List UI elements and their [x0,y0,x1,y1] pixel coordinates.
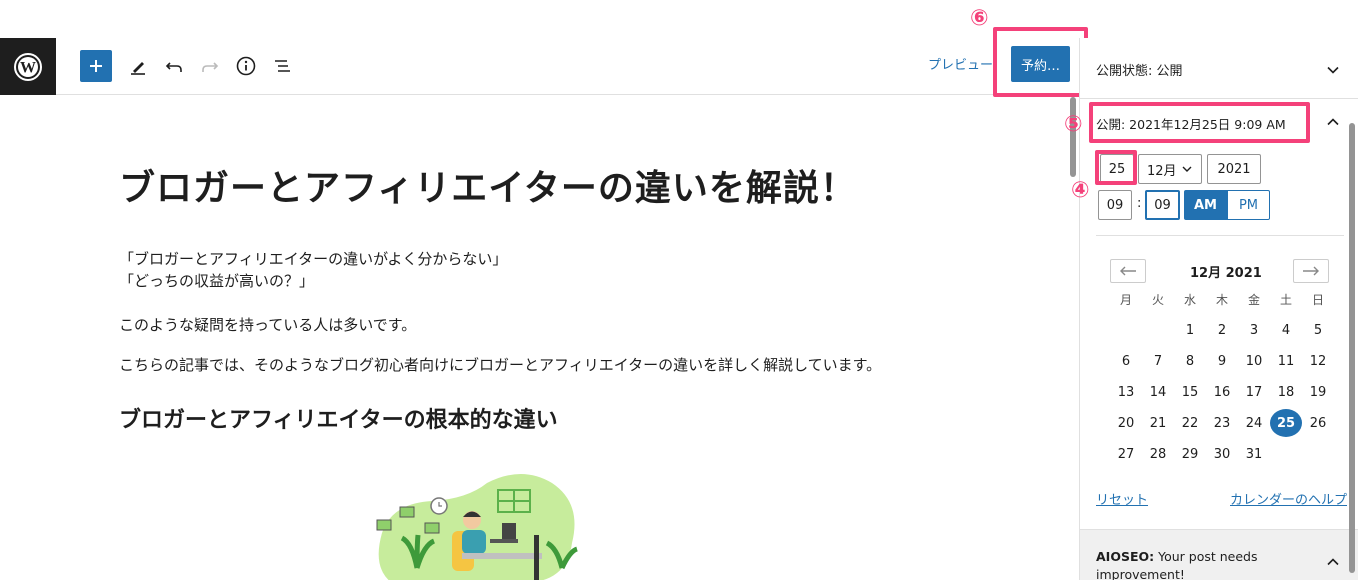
calendar-day[interactable]: 17 [1238,378,1270,406]
calendar-day[interactable]: 29 [1174,440,1206,468]
wordpress-logo-icon[interactable]: W [0,38,56,95]
arrow-right-icon [1303,266,1319,276]
calendar-day-selected[interactable]: 25 [1270,409,1302,437]
details-button[interactable] [230,50,262,82]
calendar-day[interactable]: 16 [1206,378,1238,406]
weekday-label: 日 [1311,293,1324,307]
calendar-day[interactable]: 28 [1142,440,1174,468]
month-select[interactable]: 12月 [1138,154,1202,184]
calendar-day[interactable]: 13 [1110,378,1142,406]
info-icon [236,56,256,76]
weekday-label: 土 [1279,293,1292,307]
schedule-button[interactable]: 予約… [1011,46,1070,82]
calendar-day[interactable]: 21 [1142,409,1174,437]
time-divider [1096,235,1344,236]
calendar-day[interactable]: 15 [1174,378,1206,406]
annotation-number-4: ④ [1071,178,1090,203]
calendar-day[interactable]: 27 [1110,440,1142,468]
redo-button[interactable] [194,50,226,82]
paragraph-3[interactable]: このような疑問を持っている人は多いです。 [119,314,416,336]
prev-month-button[interactable] [1110,259,1146,283]
next-month-button[interactable] [1293,259,1329,283]
list-view-button[interactable] [266,50,298,82]
plus-icon [90,60,102,72]
am-button[interactable]: AM [1184,190,1227,220]
publish-date-label[interactable]: 公開: 2021年12月25日 9:09 AM [1096,114,1286,133]
calendar-day[interactable]: 23 [1206,409,1238,437]
calendar-day[interactable]: 6 [1110,347,1142,375]
year-input[interactable]: 2021 [1207,154,1261,184]
calendar-help-link[interactable]: カレンダーのヘルプ [1230,489,1347,508]
calendar-day[interactable]: 11 [1270,347,1302,375]
aioseo-message: AIOSEO: Your post needs improvement! [1096,548,1316,580]
chevron-up-icon[interactable] [1326,555,1340,569]
calendar-day[interactable]: 3 [1238,316,1270,344]
calendar-day[interactable]: 2 [1206,316,1238,344]
chevron-down-icon[interactable] [1326,63,1340,77]
editor-scrollbar[interactable] [1070,97,1076,177]
add-block-button[interactable] [80,50,112,82]
chevron-up-icon[interactable] [1326,115,1340,129]
paragraph-2[interactable]: 「どっちの収益が高いの？」 [119,270,314,292]
settings-sidebar: 公開状態: 公開 公開: 2021年12月25日 9:09 AM 25 12月 … [1079,38,1358,580]
list-view-icon [275,60,290,72]
sidebar-divider [1080,98,1358,99]
undo-button[interactable] [158,50,190,82]
calendar-month-label: 12月 2021 [1190,266,1262,281]
calendar-day[interactable]: 18 [1270,378,1302,406]
arrow-left-icon [1120,266,1136,276]
aioseo-label: AIOSEO: [1096,549,1155,564]
calendar-day[interactable]: 5 [1302,316,1334,344]
calendar-day[interactable]: 9 [1206,347,1238,375]
annotation-number-5: ⑤ [1064,112,1083,137]
calendar-day[interactable]: 8 [1174,347,1206,375]
minute-input[interactable]: 09 [1145,190,1180,220]
workspace-illustration[interactable] [372,473,587,580]
editor-window: W プレビュー 予約… ⑥ ブロガーとアフィリエイターの違いを解説！ 「ブロガー… [0,0,1358,580]
calendar-day[interactable]: 14 [1142,378,1174,406]
calendar-day[interactable]: 30 [1206,440,1238,468]
calendar-day[interactable]: 7 [1142,347,1174,375]
calendar-day[interactable]: 20 [1110,409,1142,437]
heading-2[interactable]: ブロガーとアフィリエイターの根本的な違い [119,402,558,434]
calendar-day[interactable]: 22 [1174,409,1206,437]
day-input[interactable]: 25 [1100,154,1134,184]
aioseo-panel[interactable]: AIOSEO: Your post needs improvement! [1080,529,1358,580]
month-select-value: 12月 [1147,163,1177,179]
annotation-number-6: ⑥ [970,6,989,31]
weekday-label: 火 [1151,293,1164,307]
visibility-label[interactable]: 公開状態: 公開 [1096,60,1183,79]
calendar-day[interactable]: 26 [1302,409,1334,437]
pm-button[interactable]: PM [1227,190,1270,220]
editor-canvas: ブロガーとアフィリエイターの違いを解説！ 「ブロガーとアフィリエイターの違いがよ… [0,95,1079,580]
pencil-icon [131,62,145,75]
calendar-day[interactable]: 4 [1270,316,1302,344]
calendar-day[interactable]: 24 [1238,409,1270,437]
undo-icon [165,62,182,72]
post-title[interactable]: ブロガーとアフィリエイターの違いを解説！ [119,159,857,211]
chevron-down-icon [1182,166,1192,172]
paragraph-4[interactable]: こちらの記事では、そのようなブログ初心者向けにブロガーとアフィリエイターの違いを… [119,354,881,376]
calendar-day[interactable]: 19 [1302,378,1334,406]
editor-toolbar: プレビュー 予約… [56,38,1080,95]
calendar-day[interactable]: 10 [1238,347,1270,375]
time-separator: : [1137,196,1142,211]
weekday-label: 水 [1183,293,1196,307]
hour-input[interactable]: 09 [1098,190,1132,220]
preview-button[interactable]: プレビュー [928,54,993,73]
calendar-day[interactable]: 31 [1238,440,1270,468]
reset-link[interactable]: リセット [1096,489,1148,508]
redo-icon [202,62,219,72]
calendar-day[interactable]: 12 [1302,347,1334,375]
tools-button[interactable] [122,50,154,82]
weekday-label: 金 [1247,293,1260,307]
calendar-day[interactable]: 1 [1174,316,1206,344]
svg-text:W: W [20,59,36,76]
sidebar-scrollbar[interactable] [1349,123,1355,573]
weekday-label: 木 [1215,293,1228,307]
paragraph-1[interactable]: 「ブロガーとアフィリエイターの違いがよく分からない」 [119,248,507,270]
weekday-label: 月 [1119,293,1132,307]
